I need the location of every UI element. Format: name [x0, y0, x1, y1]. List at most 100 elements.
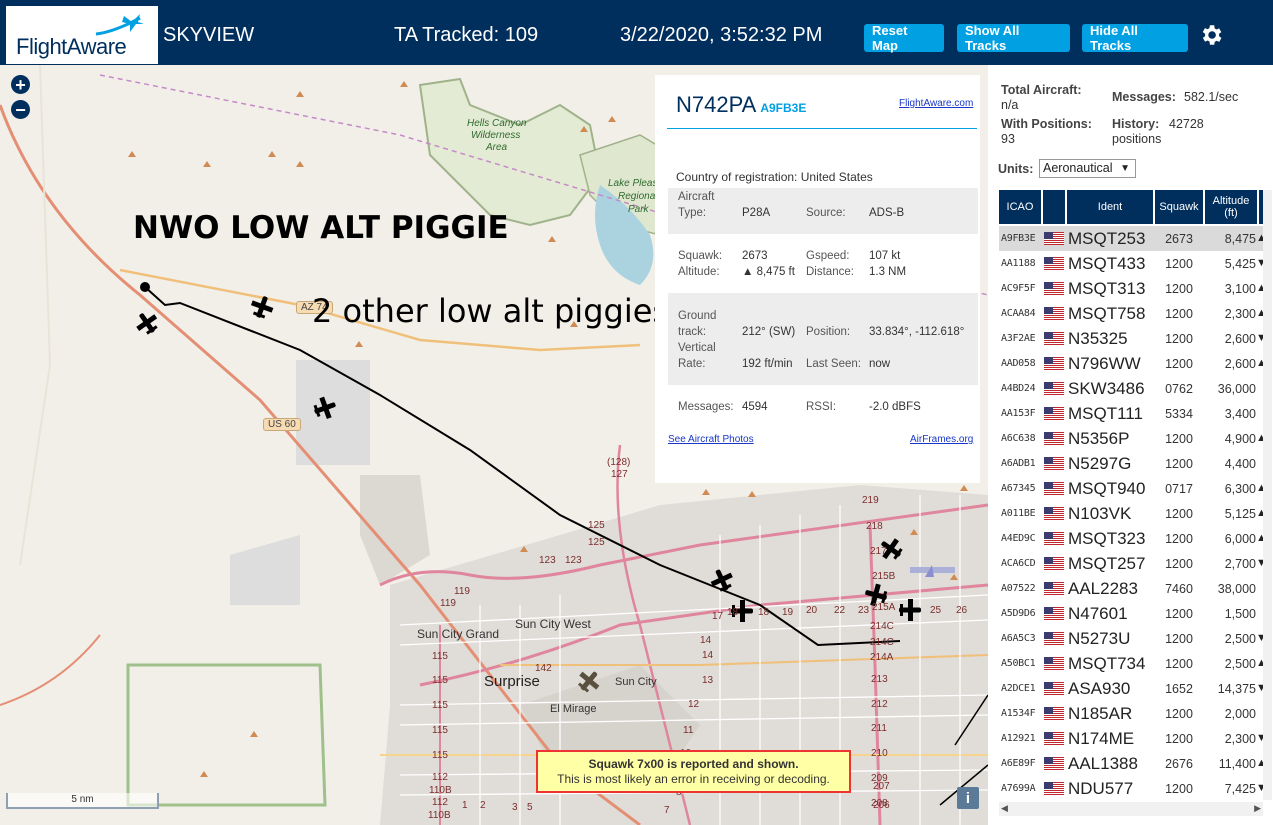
row-ident: MSQT433 — [1068, 254, 1146, 273]
row-ident: N5356P — [1068, 429, 1130, 448]
row-icao: A011BE — [1001, 508, 1036, 519]
map-info-button[interactable]: i — [957, 787, 979, 809]
us-flag-icon — [1044, 507, 1064, 520]
road-number: 212 — [871, 699, 888, 710]
table-row[interactable]: A12921 N174ME 1200 2,300 ▼ — [999, 726, 1263, 751]
table-row[interactable]: A6C638 N5356P 1200 4,900 ▲ — [999, 426, 1263, 451]
label-with-positions: With Positions: — [1001, 117, 1092, 131]
value-history: 42728 — [1169, 117, 1204, 131]
row-squawk: 0762 — [1165, 382, 1193, 396]
table-row[interactable]: A07522 AAL2283 7460 38,000 — [999, 576, 1263, 601]
table-row[interactable]: AA153F MSQT111 5334 3,400 — [999, 401, 1263, 426]
squawk-warning-box: Squawk 7x00 is reported and shown. This … — [536, 750, 851, 793]
value-aircraft-type: P28A — [742, 207, 771, 219]
gear-icon[interactable] — [1198, 22, 1224, 48]
row-icao: A50BC1 — [1001, 658, 1036, 669]
value-messages-rate: 582.1/sec — [1184, 90, 1239, 104]
road-number: 142 — [535, 663, 552, 674]
row-altitude: 5,125 — [1224, 507, 1256, 521]
table-row[interactable]: A011BE N103VK 1200 5,125 ▲ — [999, 501, 1263, 526]
table-row[interactable]: ACA6CD MSQT257 1200 2,700 ▼ — [999, 551, 1263, 576]
row-altitude-trend-icon: ▼ — [1256, 557, 1263, 569]
row-altitude: 2,500 — [1224, 657, 1256, 671]
chevron-down-icon: ▼ — [1120, 163, 1130, 174]
table-row[interactable]: A50BC1 MSQT734 1200 2,500 ▲ — [999, 651, 1263, 676]
table-row[interactable]: A4BD24 SKW3486 0762 36,000 — [999, 376, 1263, 401]
road-number: 14 — [702, 650, 714, 661]
us-flag-icon — [1044, 332, 1064, 345]
table-row[interactable]: AC9F5F MSQT313 1200 3,100 ▲ — [999, 276, 1263, 301]
table-header: ICAO Ident Squawk Altitude (ft) — [999, 190, 1263, 224]
road-number: 12 — [688, 699, 700, 710]
row-altitude-trend-icon: ▲ — [1256, 532, 1263, 544]
us-flag-icon — [1044, 257, 1064, 270]
value-squawk: 2673 — [742, 250, 768, 262]
flightaware-link[interactable]: FlightAware.com — [899, 98, 973, 109]
row-ident: MSQT940 — [1068, 479, 1146, 498]
col-icao[interactable]: ICAO — [999, 190, 1041, 224]
row-squawk: 2676 — [1165, 757, 1193, 771]
col-altitude[interactable]: Altitude (ft) — [1205, 190, 1257, 224]
row-altitude-trend-icon: ▲ — [1256, 357, 1263, 369]
table-row[interactable]: A4ED9C MSQT323 1200 6,000 ▲ — [999, 526, 1263, 551]
map-canvas[interactable]: + − Hells Canyon Wilderness Area Lake Pl… — [0, 65, 988, 825]
row-altitude: 3,100 — [1224, 282, 1256, 296]
road-number: 13 — [702, 675, 714, 686]
row-squawk: 0717 — [1165, 482, 1193, 496]
road-number: 115 — [432, 750, 448, 761]
show-all-tracks-button[interactable]: Show All Tracks — [957, 23, 1070, 53]
us-flag-icon — [1044, 282, 1064, 295]
label-position: Position: — [806, 326, 851, 338]
table-row[interactable]: A6E89F AAL1388 2676 11,400 ▲ — [999, 751, 1263, 776]
map-label-lake-2: Regional — [618, 191, 658, 202]
col-ident[interactable]: Ident — [1067, 190, 1153, 224]
row-ident: N5273U — [1068, 629, 1131, 648]
table-row[interactable]: AAD058 N796WW 1200 2,600 ▲ — [999, 351, 1263, 376]
col-flag[interactable] — [1043, 190, 1065, 224]
hide-all-tracks-button[interactable]: Hide All Tracks — [1082, 23, 1188, 53]
label-vertical: Vertical — [678, 342, 716, 354]
row-altitude: 6,300 — [1224, 482, 1256, 496]
aircraft-photos-link[interactable]: See Aircraft Photos — [668, 434, 754, 445]
aircraft-info-popup: N742PA A9FB3E FlightAware.com Country of … — [655, 75, 980, 483]
label-messages-rate: Messages: — [1112, 90, 1176, 104]
row-icao: AA1188 — [1001, 258, 1036, 269]
us-flag-icon — [1044, 307, 1064, 320]
us-flag-icon — [1044, 482, 1064, 495]
table-row[interactable]: A2DCE1 ASA930 1652 14,375 ▼ — [999, 676, 1263, 701]
reset-map-button[interactable]: Reset Map — [864, 23, 944, 53]
road-number: 14 — [700, 635, 712, 646]
label-ground: Ground — [678, 310, 717, 322]
table-row[interactable]: A1534F N185AR 1200 2,000 — [999, 701, 1263, 726]
road-number: 214C — [870, 621, 894, 632]
label-distance: Distance: — [806, 266, 854, 278]
table-row[interactable]: AA1188 MSQT433 1200 5,425 ▼ — [999, 251, 1263, 276]
table-row[interactable]: A6A5C3 N5273U 1200 2,500 ▼ — [999, 626, 1263, 651]
col-squawk[interactable]: Squawk — [1155, 190, 1203, 224]
table-row[interactable]: A5D9D6 N47601 1200 1,500 — [999, 601, 1263, 626]
table-row[interactable]: A9FB3E MSQT253 2673 8,475 ▲ — [999, 226, 1263, 251]
table-vertical-scrollbar[interactable] — [1263, 190, 1272, 800]
scroll-right-icon[interactable]: ▶ — [1254, 803, 1261, 814]
row-squawk: 1200 — [1165, 657, 1193, 671]
top-bar: FlightAware SKYVIEW TA Tracked: 109 3/22… — [0, 0, 1273, 65]
row-icao: A6E89F — [1001, 758, 1036, 769]
zoom-out-button[interactable]: − — [11, 100, 30, 119]
zoom-in-button[interactable]: + — [11, 75, 30, 94]
us-flag-icon — [1044, 457, 1064, 470]
row-squawk: 1200 — [1165, 532, 1193, 546]
units-select[interactable]: Aeronautical ▼ — [1039, 159, 1136, 178]
table-row[interactable]: A3F2AE N35325 1200 2,600 ▼ — [999, 326, 1263, 351]
scroll-left-icon[interactable]: ◀ — [1001, 803, 1008, 814]
table-row[interactable]: A6ADB1 N5297G 1200 4,400 — [999, 451, 1263, 476]
table-row[interactable]: A67345 MSQT940 0717 6,300 ▲ — [999, 476, 1263, 501]
table-row[interactable]: A7699A NDU577 1200 7,425 ▼ — [999, 776, 1263, 800]
airframes-link[interactable]: AirFrames.org — [910, 434, 973, 445]
flightaware-logo[interactable]: FlightAware — [6, 6, 158, 64]
value-source: ADS-B — [869, 207, 905, 219]
row-altitude-trend-icon: ▲ — [1256, 657, 1263, 669]
row-squawk: 1652 — [1165, 682, 1193, 696]
table-horizontal-scrollbar[interactable]: ◀ ▶ — [999, 802, 1263, 816]
road-number: 127 — [611, 469, 628, 480]
table-row[interactable]: ACAA84 MSQT758 1200 2,300 ▲ — [999, 301, 1263, 326]
